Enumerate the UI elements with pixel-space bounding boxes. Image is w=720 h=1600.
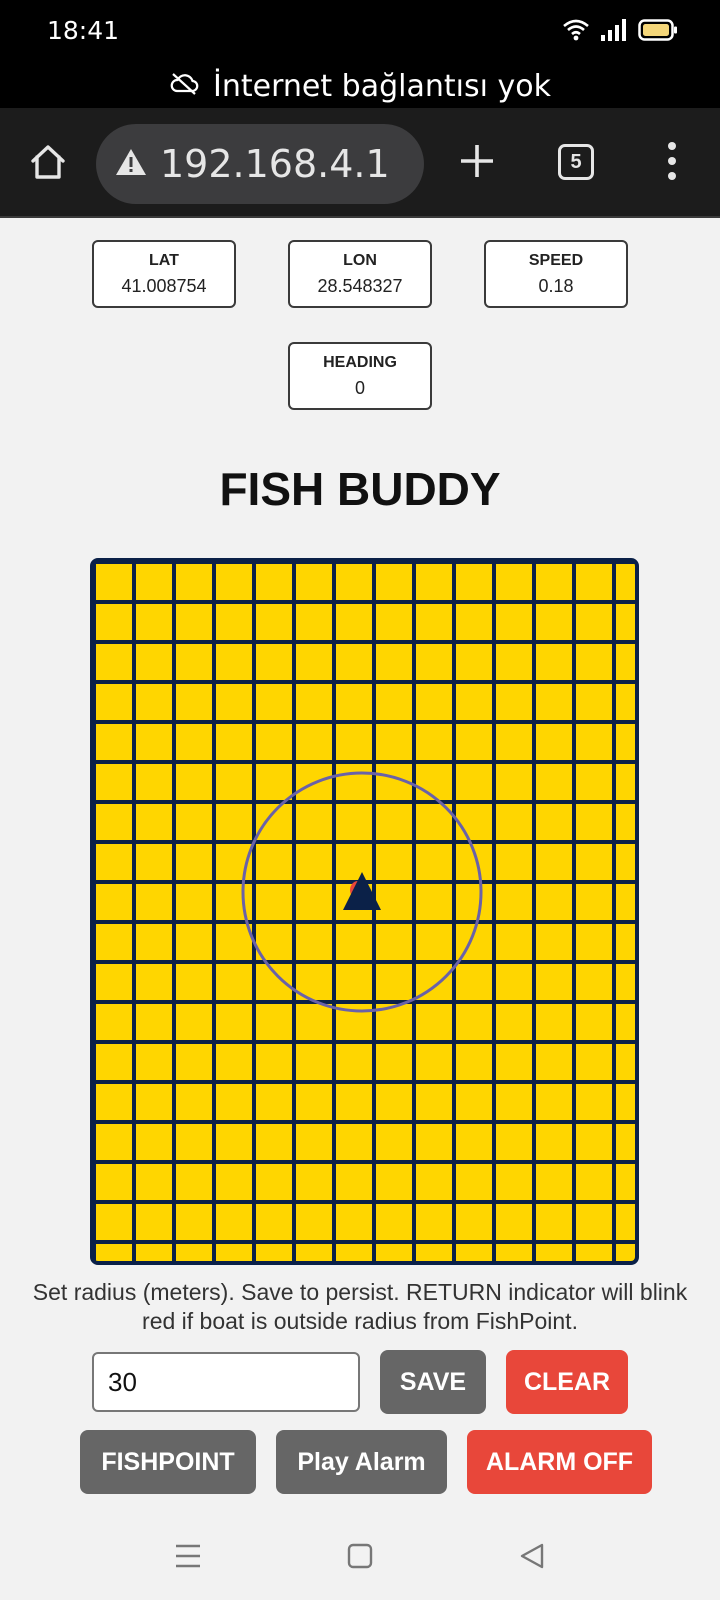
- status-time: 18:41: [47, 16, 120, 45]
- dot-icon: [668, 142, 676, 150]
- page-title: FISH BUDDY: [219, 463, 501, 515]
- heading-label: HEADING: [323, 354, 397, 371]
- offline-banner: İnternet bağlantısı yok: [0, 64, 720, 108]
- map-overlay: [241, 771, 483, 1013]
- system-nav-bar: [0, 1520, 720, 1600]
- new-tab-button[interactable]: [454, 138, 500, 184]
- battery-icon: [638, 18, 678, 47]
- browser-toolbar: 192.168.4.1 5: [0, 108, 720, 218]
- radius-input[interactable]: [92, 1352, 360, 1412]
- status-icons: [562, 18, 678, 47]
- lat-value: 41.008754: [121, 276, 207, 296]
- alarm-off-button[interactable]: ALARM OFF: [467, 1430, 652, 1494]
- home-button[interactable]: [26, 140, 70, 184]
- heading-card: HEADING 0: [288, 342, 432, 410]
- url-text: 192.168.4.1: [160, 142, 390, 186]
- square-icon: [347, 1543, 373, 1569]
- home-nav-button[interactable]: [344, 1540, 376, 1572]
- offline-text: İnternet bağlantısı yok: [213, 68, 551, 104]
- save-button[interactable]: SAVE: [380, 1350, 486, 1414]
- lon-card: LON 28.548327: [288, 240, 432, 308]
- lon-value: 28.548327: [317, 276, 403, 296]
- boat-icon: [343, 872, 381, 910]
- address-bar[interactable]: 192.168.4.1: [96, 124, 424, 204]
- plus-icon: [461, 145, 493, 177]
- wifi-icon: [562, 18, 590, 47]
- lat-label: LAT: [149, 252, 179, 269]
- back-triangle-icon: [520, 1543, 544, 1569]
- tab-count: 5: [570, 150, 582, 173]
- instructions-text: Set radius (meters). Save to persist. RE…: [32, 1279, 688, 1334]
- speed-value: 0.18: [538, 276, 574, 296]
- cloud-off-icon: [169, 69, 199, 104]
- status-bar: 18:41: [0, 0, 720, 64]
- menu-lines-icon: [176, 1544, 200, 1568]
- dot-icon: [668, 172, 676, 180]
- overflow-menu-button[interactable]: [660, 138, 684, 184]
- play-alarm-button[interactable]: Play Alarm: [276, 1430, 447, 1494]
- warning-icon: [114, 147, 148, 182]
- heading-value: 0: [354, 378, 365, 398]
- map-canvas[interactable]: [90, 558, 639, 1265]
- back-nav-button[interactable]: [516, 1540, 548, 1572]
- home-icon: [31, 145, 65, 179]
- speed-card: SPEED 0.18: [484, 240, 628, 308]
- speed-label: SPEED: [528, 252, 584, 269]
- tab-switcher-button[interactable]: 5: [558, 144, 594, 180]
- recent-apps-button[interactable]: [172, 1540, 204, 1572]
- lat-card: LAT 41.008754: [92, 240, 236, 308]
- dot-icon: [668, 157, 676, 165]
- clear-button[interactable]: CLEAR: [506, 1350, 628, 1414]
- signal-icon: [600, 18, 628, 47]
- lon-label: LON: [343, 252, 377, 269]
- fishpoint-button[interactable]: FISHPOINT: [80, 1430, 256, 1494]
